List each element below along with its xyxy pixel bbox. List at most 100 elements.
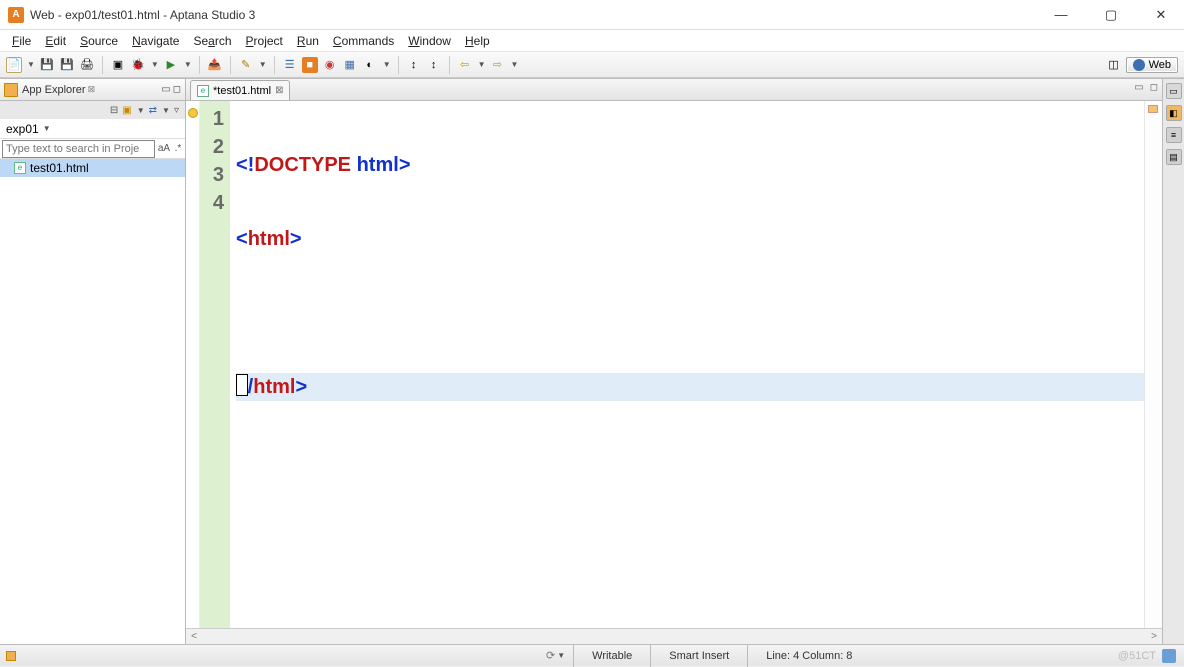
dropdown-icon[interactable]: ▼ xyxy=(162,106,170,115)
status-insert-mode: Smart Insert xyxy=(650,645,747,667)
editor-body: 1 2 3 4 <!DOCTYPE html> <html> </html> xyxy=(186,101,1162,628)
menu-commands[interactable]: Commands xyxy=(327,32,400,50)
warning-marker-icon[interactable] xyxy=(188,108,198,118)
minimize-button[interactable]: — xyxy=(1046,7,1076,23)
workbench: App Explorer ⊠ ▭ ◻ ⊟ ▣ ▼ ⇄ ▼ ▿ exp01 ▼ a… xyxy=(0,78,1184,644)
project-selector[interactable]: exp01 ▼ xyxy=(0,119,185,139)
html-file-icon: e xyxy=(197,85,209,97)
run-icon[interactable]: ▶ xyxy=(163,57,179,73)
dropdown-icon[interactable]: ▼ xyxy=(259,60,267,69)
close-button[interactable]: ✕ xyxy=(1146,7,1176,23)
title-bar: A Web - exp01/test01.html - Aptana Studi… xyxy=(0,0,1184,30)
editor-area: e *test01.html ⊠ ▭ ◻ 1 2 3 4 <!DOCTYPE h… xyxy=(186,79,1162,644)
dropdown-icon[interactable]: ▼ xyxy=(557,651,565,660)
save-all-icon[interactable]: 💾 xyxy=(59,57,75,73)
terminal-icon[interactable]: ▣ xyxy=(110,57,126,73)
overview-ruler[interactable] xyxy=(1144,101,1162,628)
horizontal-scrollbar[interactable]: < > xyxy=(186,628,1162,644)
menu-edit[interactable]: Edit xyxy=(39,32,72,50)
html-file-icon: e xyxy=(14,162,26,174)
dropdown-icon: ▼ xyxy=(43,124,51,133)
print-icon[interactable]: 🖨 xyxy=(79,57,95,73)
perspective-web[interactable]: Web xyxy=(1126,57,1178,73)
maximize-view-icon[interactable]: ◻ xyxy=(173,84,181,95)
palette-icon[interactable]: ◐ xyxy=(362,57,378,73)
new-icon[interactable]: 📄 xyxy=(6,57,22,73)
menu-navigate[interactable]: Navigate xyxy=(126,32,185,50)
menu-help[interactable]: Help xyxy=(459,32,496,50)
up-icon[interactable]: ↕ xyxy=(406,57,422,73)
status-bar: ⟳ ▼ Writable Smart Insert Line: 4 Column… xyxy=(0,644,1184,666)
separator xyxy=(199,56,200,74)
app-explorer-tab[interactable]: App Explorer ⊠ ▭ ◻ xyxy=(0,79,185,101)
open-perspective-icon[interactable]: ◫ xyxy=(1106,57,1122,73)
restore-icon[interactable]: ▭ xyxy=(1166,83,1182,99)
minimize-view-icon[interactable]: ▭ xyxy=(161,84,170,95)
marker-column xyxy=(186,101,200,628)
overlay-icon xyxy=(1162,649,1176,663)
samples-view-icon[interactable]: ▤ xyxy=(1166,149,1182,165)
scroll-right-icon[interactable]: > xyxy=(1146,631,1162,642)
box-icon[interactable]: ▣ xyxy=(122,105,131,116)
status-icon xyxy=(6,651,16,661)
file-name: test01.html xyxy=(30,161,89,175)
search-row: aA .* xyxy=(0,139,185,159)
save-icon[interactable]: 💾 xyxy=(39,57,55,73)
dropdown-icon[interactable]: ▼ xyxy=(511,60,519,69)
dropdown-icon[interactable]: ▼ xyxy=(137,106,145,115)
camera-icon[interactable]: ◉ xyxy=(322,57,338,73)
debug-icon[interactable]: 🐞 xyxy=(130,57,146,73)
wand-icon[interactable]: ✎ xyxy=(238,57,254,73)
caret xyxy=(236,374,248,396)
line-number: 3 xyxy=(200,161,230,189)
project-search-input[interactable] xyxy=(2,140,155,158)
link-icon[interactable]: ⇄ xyxy=(149,105,157,116)
dropdown-icon[interactable]: ▼ xyxy=(184,60,192,69)
editor-tab-test01[interactable]: e *test01.html ⊠ xyxy=(190,80,290,100)
maximize-editor-icon[interactable]: ◻ xyxy=(1150,82,1158,93)
publish-icon[interactable]: 📤 xyxy=(207,57,223,73)
code-editor[interactable]: <!DOCTYPE html> <html> </html> xyxy=(230,101,1144,628)
app-icon: A xyxy=(8,7,24,23)
image-icon[interactable]: ▦ xyxy=(342,57,358,73)
explorer-icon xyxy=(4,83,18,97)
maximize-button[interactable]: ▢ xyxy=(1096,7,1126,23)
view-marker: ⊠ xyxy=(88,84,96,95)
dropdown-icon[interactable]: ▼ xyxy=(478,60,486,69)
forward-icon[interactable]: ⇨ xyxy=(490,57,506,73)
dropdown-icon[interactable]: ▼ xyxy=(383,60,391,69)
menu-search[interactable]: Search xyxy=(187,32,237,50)
right-trim-bar: ▭ ◧ ≡ ▤ xyxy=(1162,79,1184,644)
case-sensitive-toggle[interactable]: aA xyxy=(157,143,171,154)
separator xyxy=(449,56,450,74)
scroll-left-icon[interactable]: < xyxy=(186,631,202,642)
menu-project[interactable]: Project xyxy=(240,32,289,50)
back-icon[interactable]: ⇦ xyxy=(457,57,473,73)
down-icon[interactable]: ↕ xyxy=(426,57,442,73)
minimize-editor-icon[interactable]: ▭ xyxy=(1134,82,1143,93)
app-explorer-icon[interactable]: ■ xyxy=(302,57,318,73)
menu-source[interactable]: Source xyxy=(74,32,124,50)
regex-toggle[interactable]: .* xyxy=(171,143,185,154)
explorer-inner-toolbar: ⊟ ▣ ▼ ⇄ ▼ ▿ xyxy=(0,101,185,119)
line-number: 1 xyxy=(200,105,230,133)
separator xyxy=(230,56,231,74)
outline-view-icon[interactable]: ◧ xyxy=(1166,105,1182,121)
snippets-view-icon[interactable]: ≡ xyxy=(1166,127,1182,143)
menu-icon[interactable]: ▿ xyxy=(174,105,179,116)
close-tab-icon[interactable]: ⊠ xyxy=(275,85,283,96)
project-tree: e test01.html xyxy=(0,159,185,644)
task-icon[interactable]: ☰ xyxy=(282,57,298,73)
collapse-icon[interactable]: ⊟ xyxy=(110,105,118,116)
tree-file-item[interactable]: e test01.html xyxy=(0,159,185,177)
dropdown-icon[interactable]: ▼ xyxy=(27,60,35,69)
menu-window[interactable]: Window xyxy=(402,32,457,50)
globe-icon xyxy=(1133,59,1145,71)
editor-tab-bar: e *test01.html ⊠ ▭ ◻ xyxy=(186,79,1162,101)
line-number: 4 xyxy=(200,189,230,217)
menu-run[interactable]: Run xyxy=(291,32,325,50)
main-toolbar: 📄▼ 💾 💾 🖨 ▣ 🐞▼ ▶▼ 📤 ✎▼ ☰ ■ ◉ ▦ ◐▼ ↕ ↕ ⇦▼ … xyxy=(0,52,1184,78)
dropdown-icon[interactable]: ▼ xyxy=(151,60,159,69)
menu-file[interactable]: FFileile xyxy=(6,32,37,50)
sync-icon[interactable]: ⟳ xyxy=(546,649,555,662)
